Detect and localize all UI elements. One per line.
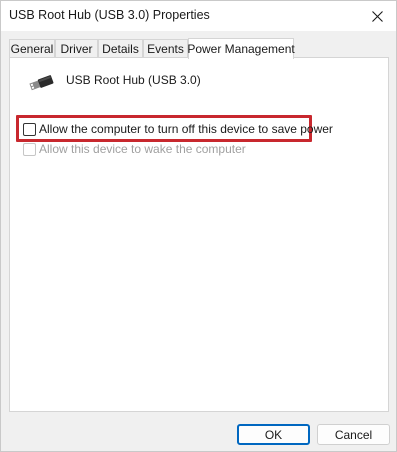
ok-button[interactable]: OK <box>237 424 310 445</box>
tab-details[interactable]: Details <box>98 39 143 58</box>
allow-turn-off-option[interactable]: Allow the computer to turn off this devi… <box>23 122 333 136</box>
tab-label: Driver <box>60 42 93 56</box>
tab-events[interactable]: Events <box>143 39 188 58</box>
allow-turn-off-label: Allow the computer to turn off this devi… <box>39 122 333 136</box>
title-bar: USB Root Hub (USB 3.0) Properties <box>1 1 396 31</box>
allow-wake-label: Allow this device to wake the computer <box>39 142 246 156</box>
tab-general[interactable]: General <box>9 39 55 58</box>
cancel-label: Cancel <box>334 427 373 442</box>
tab-label: Events <box>147 42 184 56</box>
tab-power-management[interactable]: Power Management <box>187 38 295 59</box>
close-button[interactable] <box>358 1 396 31</box>
properties-dialog: USB Root Hub (USB 3.0) Properties Genera… <box>0 0 397 452</box>
allow-wake-option: Allow this device to wake the computer <box>23 142 246 156</box>
ok-label: OK <box>264 427 283 442</box>
allow-turn-off-checkbox[interactable] <box>23 122 36 136</box>
allow-wake-checkbox <box>23 142 36 156</box>
tab-driver[interactable]: Driver <box>55 39 98 58</box>
cancel-button[interactable]: Cancel <box>317 424 390 445</box>
usb-plug-icon <box>29 75 54 91</box>
tab-strip: General Driver Details Events Power Mana… <box>9 38 389 59</box>
tab-label: Details <box>102 42 139 56</box>
close-icon <box>371 10 383 22</box>
device-name: USB Root Hub (USB 3.0) <box>66 73 201 87</box>
window-title: USB Root Hub (USB 3.0) Properties <box>9 8 210 22</box>
tab-label: General <box>10 42 54 56</box>
tab-label: Power Management <box>187 42 295 56</box>
power-management-panel: USB Root Hub (USB 3.0) Allow the compute… <box>9 57 389 412</box>
